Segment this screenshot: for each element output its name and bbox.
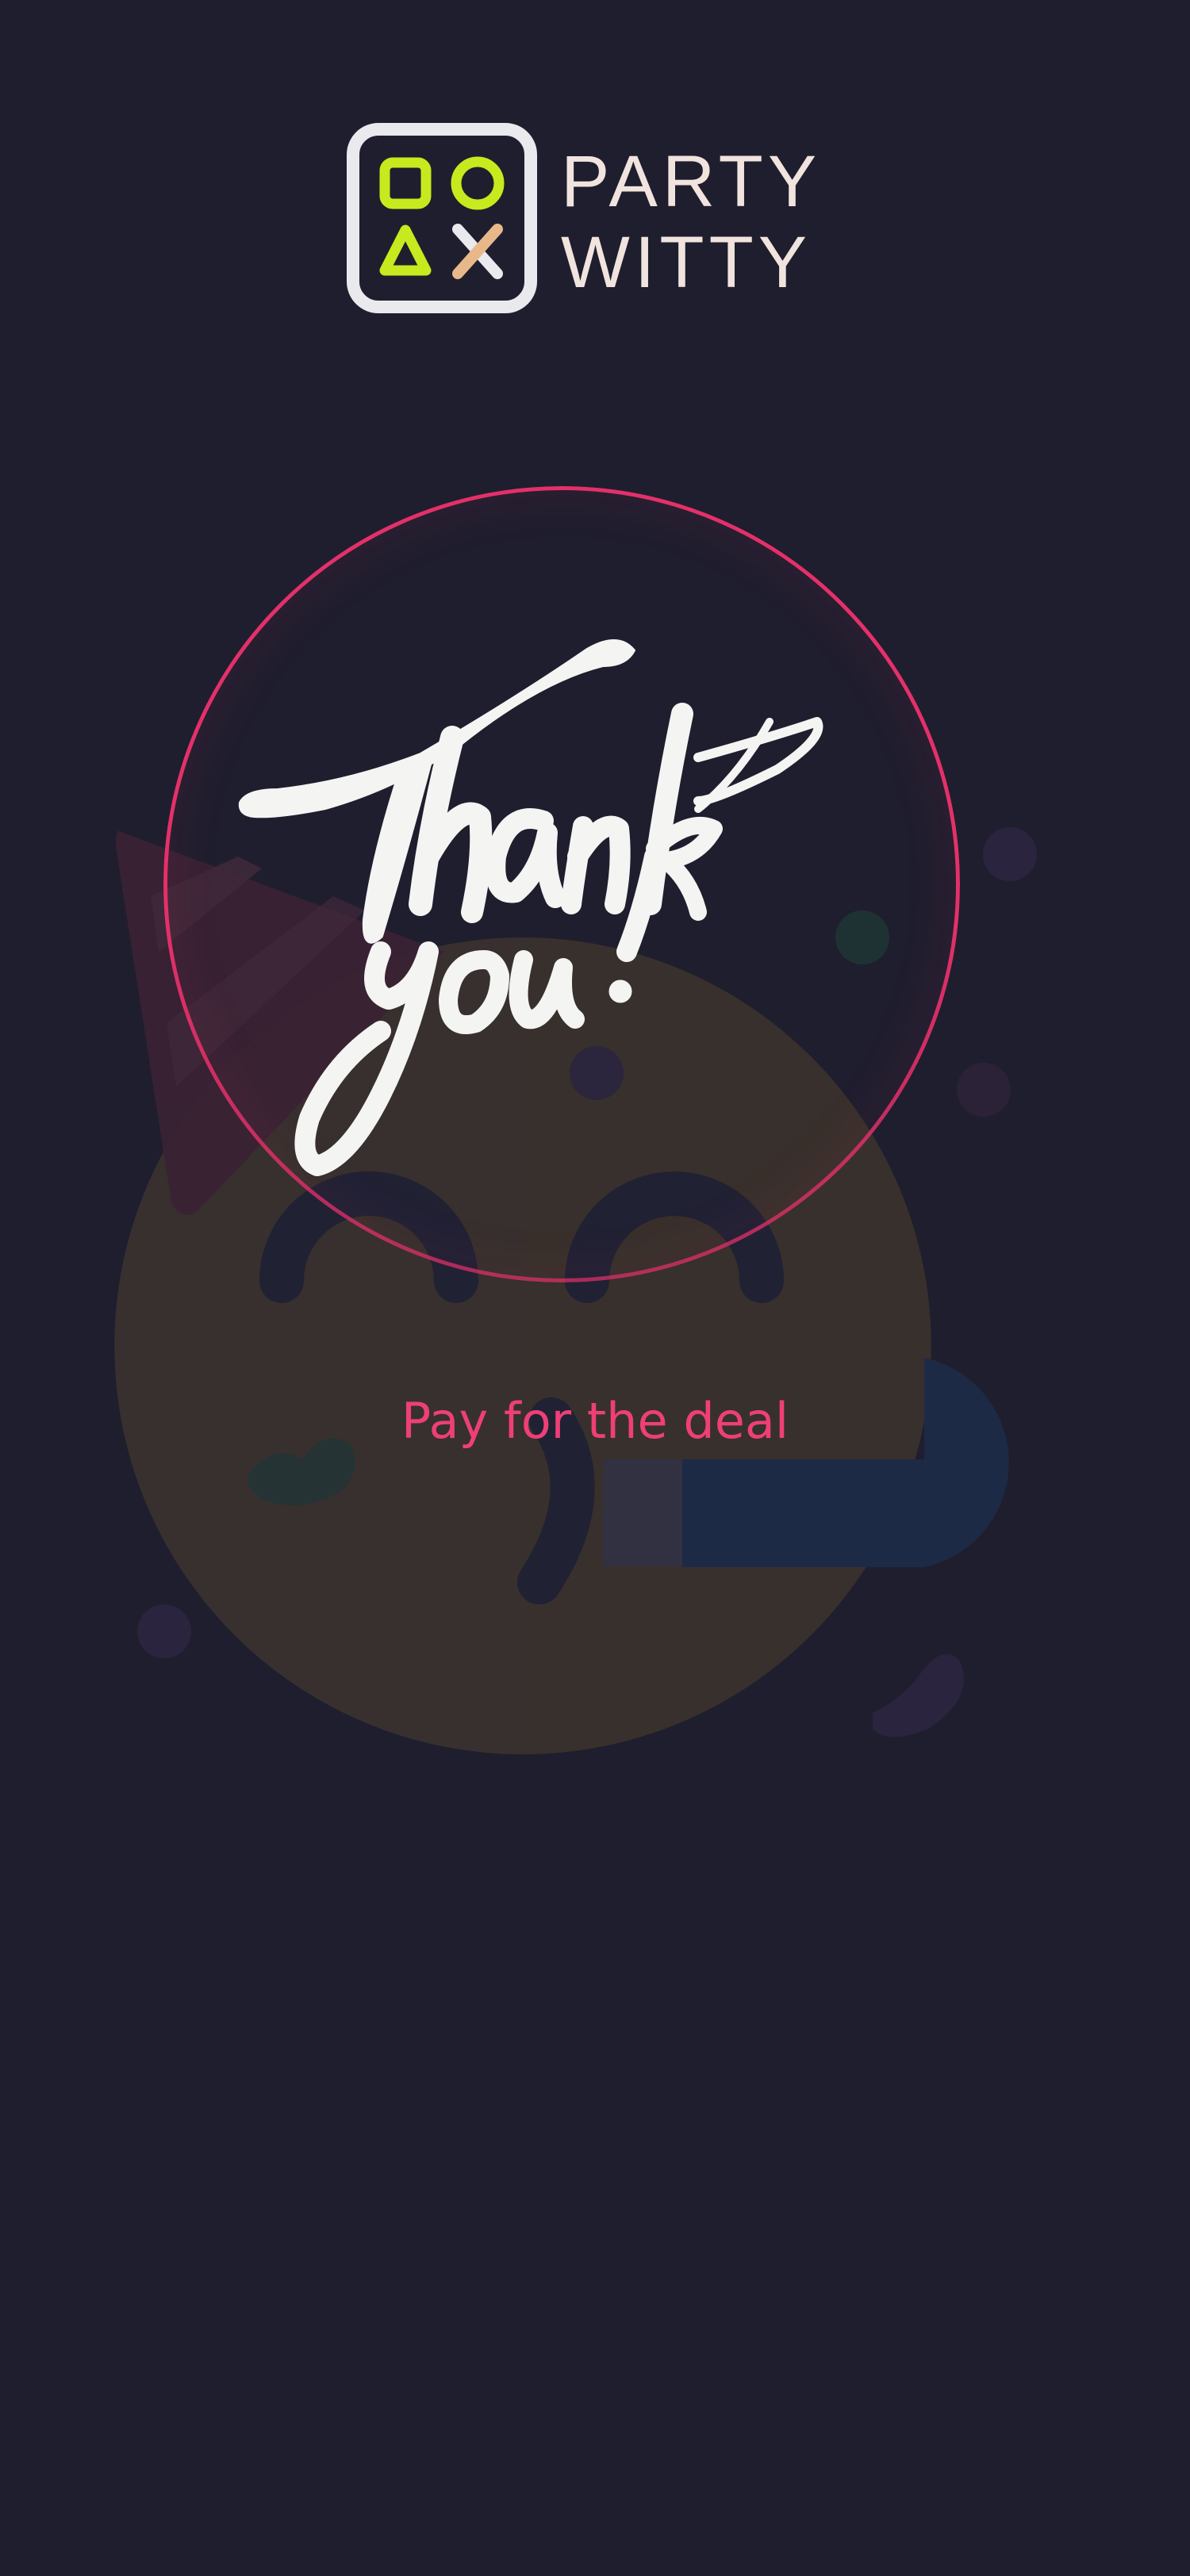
- thank-you-script-art: [238, 639, 823, 1176]
- pay-for-deal-link[interactable]: Pay for the deal: [0, 1392, 1190, 1451]
- logo-wordmark: PARTY WITTY: [561, 145, 816, 299]
- thank-you-lettering: Thank you!: [222, 619, 904, 1190]
- party-witty-logo: PARTY WITTY: [347, 123, 816, 313]
- wordmark-line-1: PARTY: [561, 141, 822, 222]
- wordmark-line-2: WITTY: [561, 222, 812, 303]
- logo-mark-icon: [347, 123, 537, 313]
- thank-you-screen: PARTY WITTY Thank you!: [0, 0, 1190, 2576]
- party-emoji-illustration: [114, 827, 1037, 1754]
